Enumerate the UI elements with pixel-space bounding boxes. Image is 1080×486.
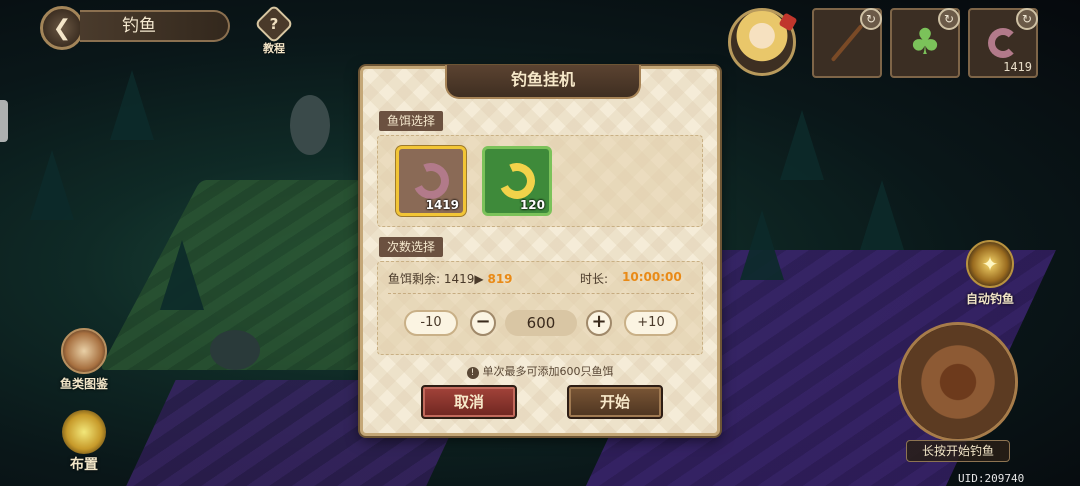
bait-selection-panel: 1419 120 <box>377 135 703 227</box>
cancel-button[interactable]: 取消 <box>421 385 517 419</box>
max-bait-hint: ! 单次最多可添加600只鱼饵 <box>363 363 717 379</box>
bait-remaining-row: 鱼饵剩余: 1419▶ 819 时长: 10:00:00 <box>388 270 694 294</box>
back-arrow-icon: ❮ <box>52 15 72 41</box>
fish-book-button[interactable]: 鱼类图鉴 <box>52 328 116 392</box>
arrange-button[interactable]: 布置 <box>56 410 112 474</box>
pine-tree <box>110 70 154 140</box>
idle-fishing-dialog: 钓鱼挂机 鱼饵选择 1419 120 次数选择 鱼饵剩余: 1419▶ 819 … <box>360 65 720 436</box>
reel-label: 长按开始钓鱼 <box>906 440 1010 462</box>
arrow-right-icon: ▶ <box>474 272 484 286</box>
fish-book-label: 鱼类图鉴 <box>59 377 108 391</box>
bait-count: 120 <box>519 198 545 212</box>
refresh-icon[interactable]: ↻ <box>860 8 882 30</box>
pine-tree <box>740 210 784 280</box>
info-icon: ! <box>466 367 479 379</box>
slot-fishing-rod[interactable]: ↻ <box>812 8 882 78</box>
back-button[interactable]: ❮ <box>40 6 84 50</box>
dialog-title: 钓鱼挂机 <box>445 65 641 99</box>
remain-label: 鱼饵剩余: <box>388 272 441 286</box>
tutorial-button[interactable]: ? 教程 <box>254 4 294 56</box>
remain-to: 819 <box>487 272 513 286</box>
bait-option-golden-worm[interactable]: 120 <box>482 146 552 216</box>
plus-10-button[interactable]: +10 <box>624 310 678 336</box>
side-drawer-tab[interactable] <box>0 100 8 142</box>
start-button[interactable]: 开始 <box>567 385 663 419</box>
quantity-value[interactable]: 600 <box>505 310 577 336</box>
decrement-button[interactable]: − <box>470 310 496 336</box>
character-avatar[interactable] <box>728 8 796 76</box>
arrange-icon <box>62 410 106 454</box>
tutorial-label: 教程 <box>263 42 285 55</box>
bait-option-worm[interactable]: 1419 <box>396 146 466 216</box>
slot-worm-bait[interactable]: ↻ 1419 <box>968 8 1038 78</box>
pine-tree <box>30 150 74 220</box>
duration-label: 时长: <box>580 272 609 286</box>
fish-book-icon <box>61 328 107 374</box>
page-title: 钓鱼 <box>80 10 230 42</box>
count-section-label: 次数选择 <box>379 237 444 257</box>
pine-tree <box>860 180 904 250</box>
remain-from: 1419 <box>443 272 475 286</box>
arrange-label: 布置 <box>70 457 98 473</box>
duration-value: 10:00:00 <box>622 270 682 284</box>
fishing-reel-button[interactable] <box>898 322 1018 442</box>
auto-fish-icon: ✦ <box>966 240 1014 288</box>
refresh-icon[interactable]: ↻ <box>1016 8 1038 30</box>
pine-tree <box>780 110 824 180</box>
increment-button[interactable]: + <box>586 310 612 336</box>
stone-statue <box>290 95 330 155</box>
clover-icon: ♣ <box>908 22 942 63</box>
pine-tree <box>160 240 204 310</box>
bait-count: 1419 <box>1003 60 1032 74</box>
bait-count: 1419 <box>425 198 459 212</box>
minus-10-button[interactable]: -10 <box>404 310 458 336</box>
refresh-icon[interactable]: ↻ <box>938 8 960 30</box>
fishing-rod-icon <box>830 24 864 62</box>
auto-fish-button[interactable]: ✦ 自动钓鱼 <box>960 240 1020 307</box>
bait-section-label: 鱼饵选择 <box>379 111 444 131</box>
auto-fish-label: 自动钓鱼 <box>965 292 1014 306</box>
slot-clover[interactable]: ♣ ↻ <box>890 8 960 78</box>
user-id: UID:209740 <box>958 472 1025 485</box>
help-icon: ? <box>254 4 294 44</box>
count-selection-panel: 鱼饵剩余: 1419▶ 819 时长: 10:00:00 -10 − 600 +… <box>377 261 703 355</box>
worm-icon <box>988 28 1018 58</box>
camp-tent <box>210 330 260 370</box>
